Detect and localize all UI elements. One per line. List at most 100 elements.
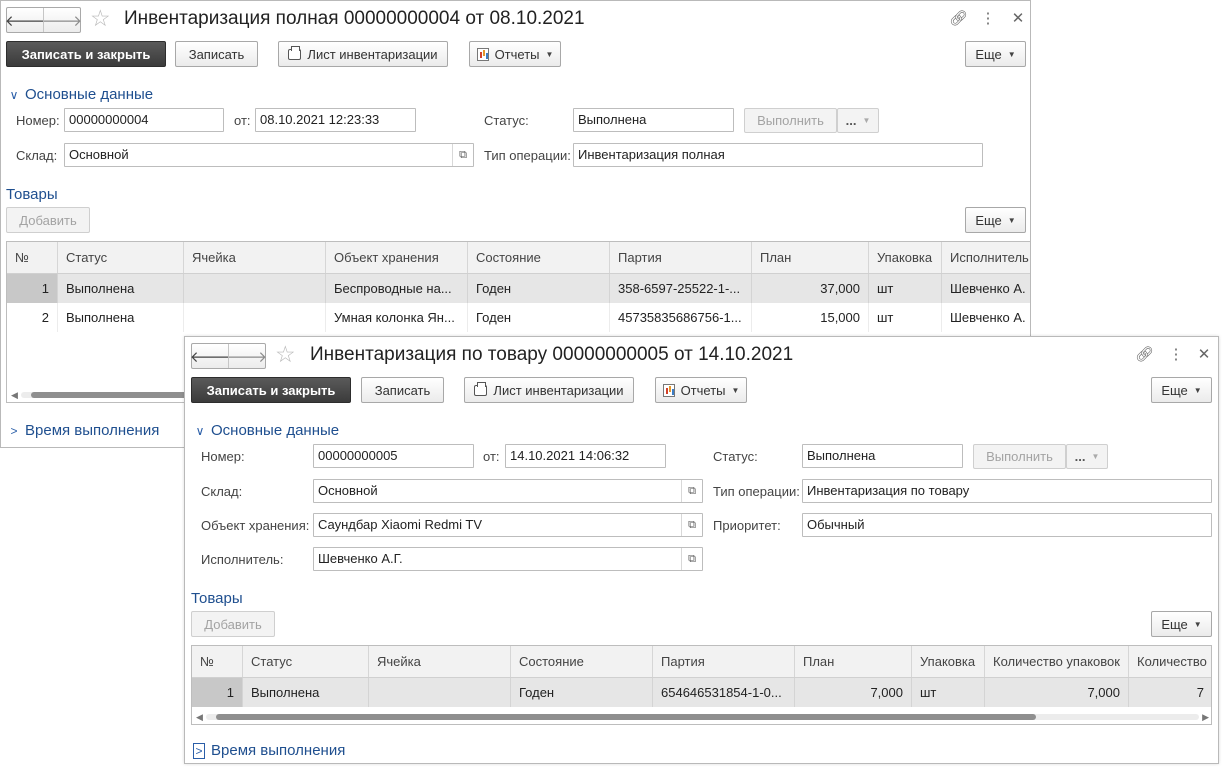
back-button[interactable]: 🡐 [4, 8, 46, 32]
scroll-thumb[interactable] [216, 714, 1036, 720]
more-vertical-icon[interactable]: ⋮ [979, 10, 997, 28]
back-button[interactable]: 🡐 [190, 344, 230, 368]
column-header[interactable]: Статус [243, 646, 369, 677]
column-header[interactable]: План [795, 646, 912, 677]
number-field[interactable]: 00000000004 [64, 108, 224, 132]
section-main-data[interactable]: ∨ Основные данные [9, 86, 154, 104]
add-button[interactable]: Добавить [191, 611, 275, 637]
number-field[interactable]: 00000000005 [313, 444, 474, 468]
reports-label: Отчеты [494, 46, 540, 62]
save-button[interactable]: Записать [361, 377, 444, 403]
navigation-buttons: 🡐 🡒 [4, 7, 82, 33]
more-vertical-icon[interactable]: ⋮ [1167, 346, 1185, 364]
close-icon[interactable]: ✕ [1195, 346, 1213, 364]
table-header: № Статус Ячейка Объект хранения Состояни… [7, 242, 1030, 274]
scroll-right-icon[interactable]: ▶ [1202, 710, 1209, 724]
storage-object-field[interactable]: Саундбар Xiaomi Redmi TV ⧉ [313, 513, 703, 537]
execute-button[interactable]: Выполнить [973, 444, 1066, 469]
column-header[interactable]: № [7, 242, 58, 273]
table-row[interactable]: 1 Выполнена Годен 654646531854-1-0... 7,… [192, 678, 1211, 707]
execute-more-button[interactable]: ... ▼ [1066, 444, 1108, 469]
document-window-product-inventory: 🡐 🡒 ☆ Инвентаризация по товару 000000000… [184, 336, 1219, 764]
column-header[interactable]: Состояние [468, 242, 610, 273]
priority-label: Приоритет: [713, 518, 781, 533]
section-execution-time[interactable]: > Время выполнения [193, 742, 345, 760]
print-inventory-sheet-button[interactable]: Лист инвентаризации [464, 377, 634, 403]
forward-button[interactable]: 🡒 [42, 8, 82, 32]
chevron-right-icon: > [193, 743, 205, 759]
row-state: Годен [468, 274, 610, 303]
column-header[interactable]: Партия [653, 646, 795, 677]
column-header[interactable]: Объект хранения [326, 242, 468, 273]
execute-more-button[interactable]: ... ▼ [837, 108, 879, 133]
more-actions-label: Еще [1161, 382, 1188, 398]
table-header: № Статус Ячейка Состояние Партия План Уп… [192, 646, 1211, 678]
executor-value: Шевченко А.Г. [318, 551, 403, 566]
column-header[interactable]: Упаковка [869, 242, 942, 273]
executor-field[interactable]: Шевченко А.Г. ⧉ [313, 547, 703, 571]
row-cell [369, 678, 511, 707]
chevron-down-icon: ▼ [1193, 619, 1202, 629]
section-main-data[interactable]: ∨ Основные данные [195, 422, 340, 440]
favorite-star-icon[interactable]: ☆ [275, 342, 296, 366]
link-icon[interactable]: 🔗︎ [1135, 346, 1154, 364]
add-button[interactable]: Добавить [6, 207, 90, 233]
column-header[interactable]: План [752, 242, 869, 273]
reports-button[interactable]: Отчеты ▼ [655, 377, 747, 403]
reports-button[interactable]: Отчеты ▼ [469, 41, 561, 67]
arrow-left-icon: 🡐 [4, 12, 46, 30]
more-actions-button[interactable]: Еще ▼ [965, 41, 1026, 67]
scroll-left-icon[interactable]: ◀ [11, 388, 18, 402]
row-storage-object: Беспроводные на... [326, 274, 468, 303]
operation-type-field[interactable]: Инвентаризация полная [573, 143, 983, 167]
row-executor: Шевченко А. [942, 274, 1030, 303]
column-header[interactable]: Ячейка [184, 242, 326, 273]
date-field[interactable]: 08.10.2021 12:23:33 [255, 108, 416, 132]
column-header[interactable]: Партия [610, 242, 752, 273]
open-icon[interactable]: ⧉ [681, 548, 702, 570]
status-field[interactable]: Выполнена [802, 444, 963, 468]
forward-button[interactable]: 🡒 [227, 344, 267, 368]
open-icon[interactable]: ⧉ [681, 514, 702, 536]
column-header[interactable]: Количество упаковок [985, 646, 1129, 677]
warehouse-value: Основной [318, 483, 378, 498]
favorite-star-icon[interactable]: ☆ [90, 6, 111, 30]
close-icon[interactable]: ✕ [1009, 10, 1027, 28]
column-header[interactable]: Состояние [511, 646, 653, 677]
open-icon[interactable]: ⧉ [452, 144, 473, 166]
link-icon[interactable]: 🔗︎ [949, 10, 968, 28]
operation-type-field[interactable]: Инвентаризация по товару [802, 479, 1212, 503]
row-number: 1 [192, 678, 243, 707]
row-plan: 37,000 [752, 274, 869, 303]
column-header[interactable]: Упаковка [912, 646, 985, 677]
table-row[interactable]: 2 Выполнена Умная колонка Ян... Годен 45… [7, 303, 1030, 332]
warehouse-field[interactable]: Основной ⧉ [64, 143, 474, 167]
priority-field[interactable]: Обычный [802, 513, 1212, 537]
open-icon[interactable]: ⧉ [681, 480, 702, 502]
warehouse-field[interactable]: Основной ⧉ [313, 479, 703, 503]
goods-more-button[interactable]: Еще ▼ [1151, 611, 1212, 637]
column-header[interactable]: № [192, 646, 243, 677]
save-and-close-button[interactable]: Записать и закрыть [191, 377, 351, 403]
date-field[interactable]: 14.10.2021 14:06:32 [505, 444, 666, 468]
more-actions-button[interactable]: Еще ▼ [1151, 377, 1212, 403]
horizontal-scrollbar[interactable]: ◀ ▶ [192, 710, 1211, 724]
status-field[interactable]: Выполнена [573, 108, 734, 132]
save-button[interactable]: Записать [175, 41, 258, 67]
column-header[interactable]: Статус [58, 242, 184, 273]
save-and-close-button[interactable]: Записать и закрыть [6, 41, 166, 67]
column-header[interactable]: Ячейка [369, 646, 511, 677]
execute-button[interactable]: Выполнить [744, 108, 837, 133]
section-execution-time[interactable]: > Время выполнения [9, 422, 159, 440]
goods-more-button[interactable]: Еще ▼ [965, 207, 1026, 233]
chevron-down-icon: ▼ [731, 385, 740, 395]
scroll-left-icon[interactable]: ◀ [196, 710, 203, 724]
storage-object-label: Объект хранения: [201, 518, 310, 533]
row-plan: 15,000 [752, 303, 869, 332]
table-row[interactable]: 1 Выполнена Беспроводные на... Годен 358… [7, 274, 1030, 303]
row-plan: 7,000 [795, 678, 912, 707]
column-header[interactable]: Исполнитель [942, 242, 1030, 273]
column-header[interactable]: Количество [1129, 646, 1211, 677]
print-inventory-sheet-button[interactable]: Лист инвентаризации [278, 41, 448, 67]
row-quantity: 7 [1129, 678, 1211, 707]
